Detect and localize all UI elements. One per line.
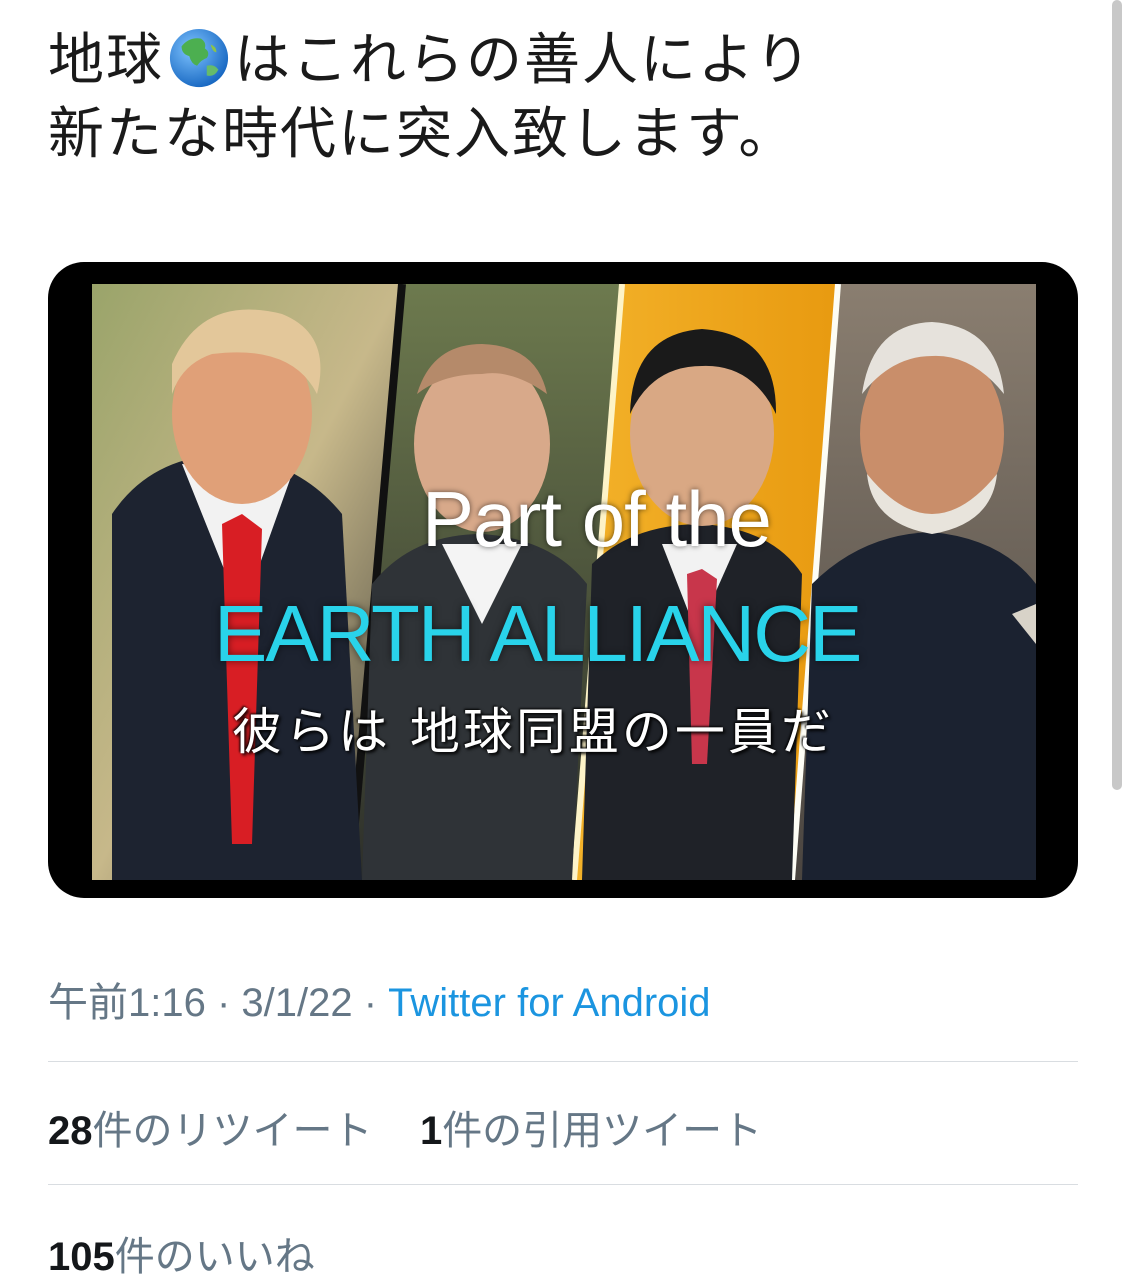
tweet-metadata: 午前1:16 · 3/1/22 · Twitter for Android xyxy=(48,970,711,1028)
quotes-label: 件の引用ツイート xyxy=(442,1108,763,1154)
scrollbar[interactable] xyxy=(1110,0,1124,1283)
tweet-line-1: 地球 はこれらの善人により xyxy=(48,24,1078,98)
tweet-time[interactable]: 午前1:16 xyxy=(48,981,206,1025)
retweets-label: 件のリツイート xyxy=(92,1108,373,1154)
tweet-date[interactable]: 3/1/22 xyxy=(241,981,352,1025)
scrollbar-thumb[interactable] xyxy=(1112,0,1122,790)
likes-label: 件のいいね xyxy=(114,1234,315,1280)
tweet-line-2: 新たな時代に突入致します。 xyxy=(48,102,797,167)
tweet-line1-prefix: 地球 xyxy=(48,28,164,93)
likes-stats-row: 105件のいいね xyxy=(48,1224,315,1282)
quotes-stat[interactable]: 1件の引用ツイート xyxy=(420,1108,762,1154)
media-image[interactable]: Part of the EARTH ALLIANCE 彼らは 地球同盟の一員だ xyxy=(48,262,1078,898)
likes-stat[interactable]: 105件のいいね xyxy=(48,1234,315,1280)
divider xyxy=(48,1061,1078,1062)
separator-dot: · xyxy=(352,981,389,1025)
caption-japanese: 彼らは 地球同盟の一員だ xyxy=(232,703,834,761)
tweet-line1-suffix: はこれらの善人により xyxy=(234,28,813,93)
likes-count: 105 xyxy=(48,1235,115,1279)
retweet-stats-row: 28件のリツイート 1件の引用ツイート xyxy=(48,1098,762,1156)
panel-backgrounds xyxy=(92,284,1036,880)
video-thumbnail: Part of the EARTH ALLIANCE 彼らは 地球同盟の一員だ xyxy=(92,284,1036,880)
quotes-count: 1 xyxy=(419,1109,443,1153)
retweets-stat[interactable]: 28件のリツイート xyxy=(48,1108,373,1154)
retweets-count: 28 xyxy=(48,1109,93,1153)
tweet-source-link[interactable]: Twitter for Android xyxy=(388,981,710,1025)
divider xyxy=(48,1184,1078,1185)
globe-asia-icon xyxy=(169,28,229,88)
caption-earth-alliance: EARTH ALLIANCE xyxy=(214,589,862,678)
caption-part-of-the: Part of the xyxy=(422,475,772,563)
separator-dot: · xyxy=(205,981,242,1025)
tweet-text: 地球 はこれらの善人により 新たな時代に突入致します。 xyxy=(48,24,1078,172)
